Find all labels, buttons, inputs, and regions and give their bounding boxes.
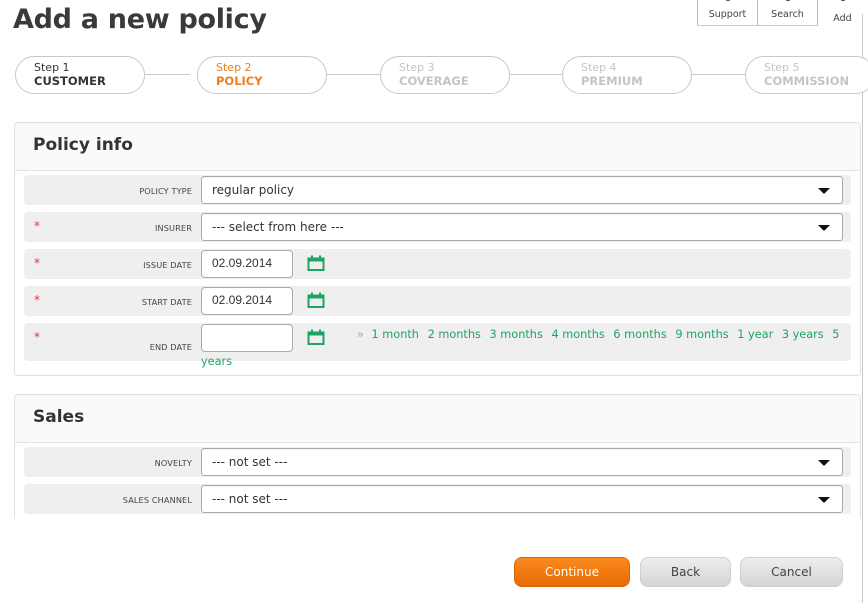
step-number: Step 2 <box>216 61 252 74</box>
start-date-row: * START DATE 02.09.2014 <box>24 286 851 316</box>
policy-info-body: POLICY TYPE regular policy * INSURER ---… <box>15 171 860 374</box>
novelty-select[interactable]: --- not set --- <box>201 448 843 476</box>
cancel-button[interactable]: Cancel <box>740 557 843 587</box>
step-connector <box>145 74 190 75</box>
policy-type-row: POLICY TYPE regular policy <box>24 175 851 205</box>
wizard-step-coverage[interactable]: Step 3 COVERAGE <box>380 56 510 94</box>
search-button[interactable]: Search <box>757 0 818 26</box>
step-name: PREMIUM <box>581 74 643 88</box>
sales-body: NOVELTY --- not set --- SALES CHANNEL --… <box>15 443 860 527</box>
back-button[interactable]: Back <box>640 557 731 587</box>
top-toolbar: Support Search Add <box>697 0 867 26</box>
novelty-label: NOVELTY <box>154 458 192 468</box>
wizard-steps: Step 1 CUSTOMER Step 2 POLICY Step 3 COV… <box>15 56 868 94</box>
step-connector <box>510 74 565 75</box>
calendar-icon[interactable] <box>307 292 325 308</box>
add-button[interactable]: Add <box>817 0 867 26</box>
policy-type-value: regular policy <box>212 183 295 197</box>
insurer-row: * INSURER --- select from here --- <box>24 212 851 242</box>
step-name: COVERAGE <box>399 74 469 88</box>
issue-date-label: ISSUE DATE <box>143 260 192 270</box>
step-number: Step 4 <box>581 61 617 74</box>
end-date-row: * END DATE » 1 month 2 months 3 months 4… <box>24 323 851 368</box>
duration-1-month[interactable]: 1 month <box>372 328 419 341</box>
sales-panel: Sales NOVELTY --- not set --- SALES CHAN… <box>14 394 861 527</box>
step-connector <box>690 74 745 75</box>
chevron-down-icon <box>818 188 830 194</box>
right-divider <box>862 14 863 603</box>
duration-5-years[interactable]: 5 <box>832 328 839 341</box>
step-number: Step 5 <box>764 61 800 74</box>
policy-type-label: POLICY TYPE <box>139 186 192 196</box>
support-label: Support <box>708 9 747 20</box>
step-connector <box>325 74 380 75</box>
start-date-input[interactable]: 02.09.2014 <box>201 287 293 315</box>
duration-3-months[interactable]: 3 months <box>490 328 543 341</box>
duration-5-years-wrap[interactable]: years <box>201 355 232 368</box>
sales-channel-row: SALES CHANNEL --- not set --- <box>24 484 851 514</box>
issue-date-input[interactable]: 02.09.2014 <box>201 250 293 278</box>
search-label: Search <box>771 9 804 20</box>
duration-3-years[interactable]: 3 years <box>782 328 824 341</box>
sales-channel-label: SALES CHANNEL <box>122 495 192 505</box>
search-icon <box>785 0 790 1</box>
step-name: COMMISSION <box>764 74 850 88</box>
policy-info-title: Policy info <box>15 123 860 171</box>
page-title: Add a new policy <box>13 4 267 35</box>
duration-4-months[interactable]: 4 months <box>551 328 604 341</box>
insurer-select[interactable]: --- select from here --- <box>201 213 843 241</box>
step-number: Step 3 <box>399 61 435 74</box>
step-name: CUSTOMER <box>34 74 106 88</box>
sales-title: Sales <box>15 395 860 443</box>
policy-info-panel: Policy info POLICY TYPE regular policy *… <box>14 122 861 376</box>
chevron-down-icon <box>818 460 830 466</box>
duration-9-months[interactable]: 9 months <box>675 328 728 341</box>
support-icon <box>725 0 730 1</box>
step-number: Step 1 <box>34 61 70 74</box>
quick-links-prefix: » <box>357 328 364 341</box>
step-name: POLICY <box>216 74 263 88</box>
calendar-icon[interactable] <box>307 255 325 271</box>
sales-channel-select[interactable]: --- not set --- <box>201 485 843 513</box>
novelty-value: --- not set --- <box>212 455 288 469</box>
duration-6-months[interactable]: 6 months <box>613 328 666 341</box>
wizard-step-premium[interactable]: Step 4 PREMIUM <box>562 56 692 94</box>
wizard-step-policy[interactable]: Step 2 POLICY <box>197 56 327 94</box>
add-icon <box>840 0 845 1</box>
support-button[interactable]: Support <box>697 0 758 26</box>
calendar-icon[interactable] <box>307 329 325 345</box>
start-date-label: START DATE <box>141 297 192 307</box>
continue-button[interactable]: Continue <box>514 557 630 587</box>
chevron-down-icon <box>818 497 830 503</box>
insurer-label: INSURER <box>155 223 192 233</box>
add-label: Add <box>833 13 852 24</box>
chevron-down-icon <box>818 225 830 231</box>
policy-type-select[interactable]: regular policy <box>201 176 843 204</box>
wizard-step-customer[interactable]: Step 1 CUSTOMER <box>15 56 145 94</box>
sales-channel-value: --- not set --- <box>212 492 288 506</box>
end-date-label: END DATE <box>149 342 192 352</box>
duration-2-months[interactable]: 2 months <box>428 328 481 341</box>
duration-1-year[interactable]: 1 year <box>737 328 773 341</box>
quick-duration-links: » 1 month 2 months 3 months 4 months 6 m… <box>357 328 844 341</box>
wizard-step-commission[interactable]: Step 5 COMMISSION <box>745 56 868 94</box>
novelty-row: NOVELTY --- not set --- <box>24 447 851 477</box>
issue-date-row: * ISSUE DATE 02.09.2014 <box>24 249 851 279</box>
end-date-input[interactable] <box>201 324 293 352</box>
insurer-value: --- select from here --- <box>212 220 344 234</box>
